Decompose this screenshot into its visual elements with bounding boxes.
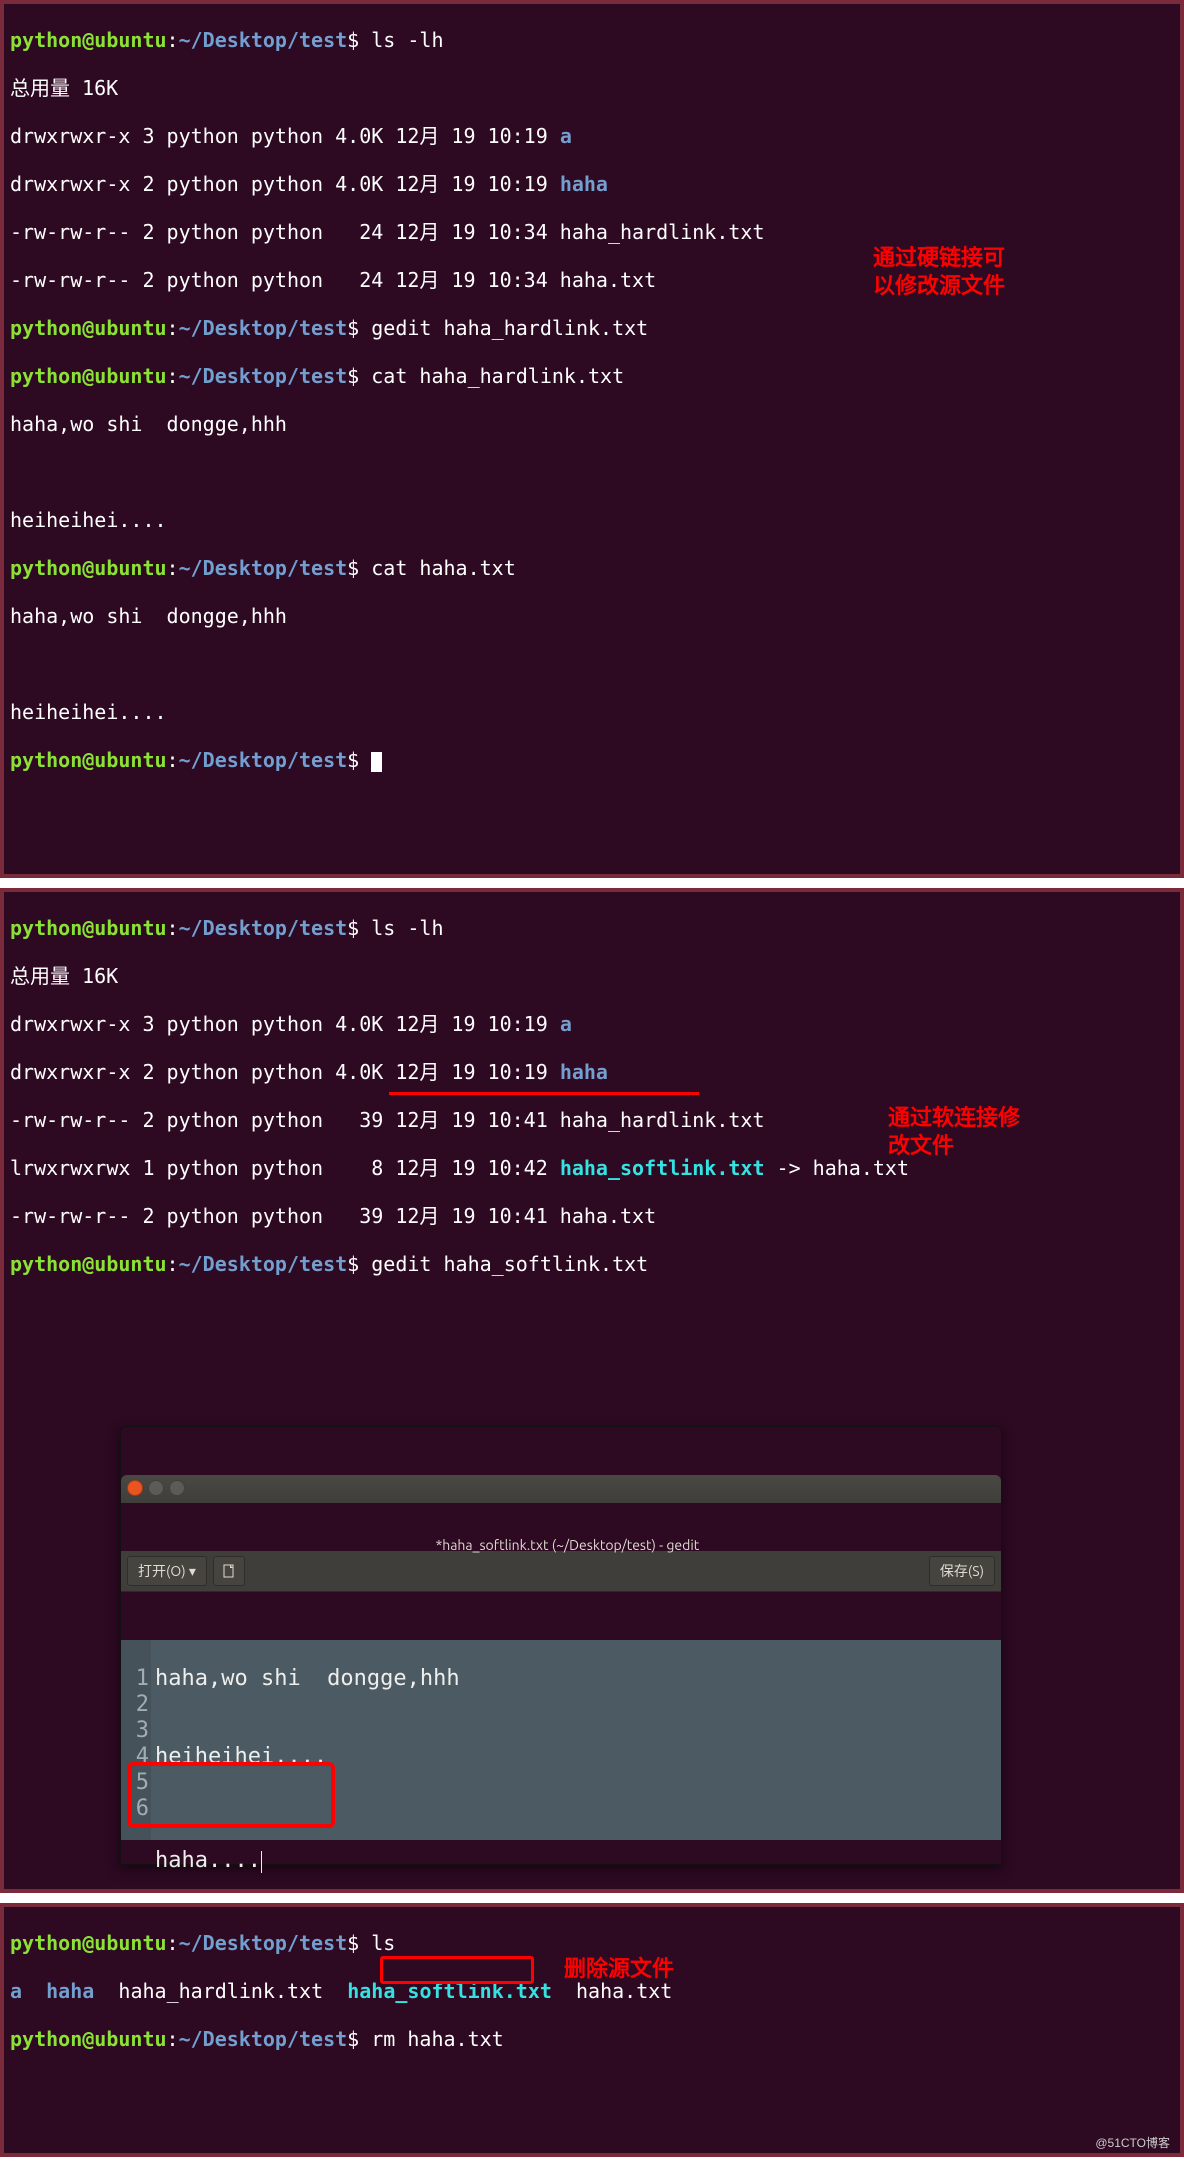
dir-entry: a — [10, 1979, 22, 2003]
highlight-box-rm — [380, 1956, 534, 1984]
maximize-icon[interactable] — [169, 1480, 185, 1496]
annotation-delete: 删除源文件 — [564, 1955, 674, 1983]
prompt-user: python@ubuntu — [10, 28, 167, 52]
cursor-icon — [371, 752, 382, 772]
terminal-2: python@ubuntu:~/Desktop/test$ ls -lh 总用量… — [0, 888, 1184, 1893]
new-document-icon[interactable] — [213, 1556, 245, 1586]
command: cat haha_hardlink.txt — [371, 364, 624, 388]
annotation-softlink: 通过软连接修 改文件 — [888, 1104, 1020, 1160]
command: ls -lh — [371, 916, 443, 940]
command: rm haha.txt — [371, 2027, 503, 2051]
dir-entry: haha — [560, 1060, 608, 1084]
annotation-hardlink: 通过硬链接可 以修改源文件 — [873, 244, 1005, 300]
terminal-1: python@ubuntu:~/Desktop/test$ ls -lh 总用量… — [0, 0, 1184, 878]
dir-entry: haha — [560, 172, 608, 196]
window-title: *haha_softlink.txt (~/Desktop/test) - ge… — [436, 1537, 700, 1553]
dir-entry: a — [560, 1012, 572, 1036]
output-line: haha,wo shi dongge,hhh — [10, 604, 1174, 628]
minimize-icon[interactable] — [148, 1480, 164, 1496]
file-entry: -rw-rw-r-- 2 python python 24 12月 19 10:… — [10, 220, 1174, 244]
dir-entry: a — [560, 124, 572, 148]
softlink-entry: haha_softlink.txt — [560, 1156, 765, 1180]
open-button[interactable]: 打开(O) ▾ — [127, 1556, 207, 1586]
command: gedit haha_softlink.txt — [371, 1252, 648, 1276]
terminal-3: python@ubuntu:~/Desktop/test$ ls a haha … — [0, 1903, 1184, 2157]
output-line: haha,wo shi dongge,hhh — [10, 412, 1174, 436]
file-entry: haha_hardlink.txt — [118, 1979, 323, 2003]
output-line: 总用量 16K — [10, 76, 1174, 100]
command: gedit haha_hardlink.txt — [371, 316, 648, 340]
watermark: @51CTO博客 — [1095, 2131, 1170, 2155]
code-line[interactable]: haha.... — [155, 1848, 997, 1874]
gedit-titlebar[interactable]: *haha_softlink.txt (~/Desktop/test) - ge… — [121, 1475, 1001, 1503]
close-icon[interactable] — [127, 1480, 143, 1496]
prompt-path: ~/Desktop/test — [179, 28, 348, 52]
output-line: heiheihei.... — [10, 508, 1174, 532]
code-line[interactable]: haha,wo shi dongge,hhh — [155, 1666, 997, 1692]
output-line: 总用量 16K — [10, 964, 1174, 988]
save-button[interactable]: 保存(S) — [929, 1556, 995, 1586]
underline-annotation — [389, 1092, 699, 1095]
file-entry: -rw-rw-r-- 2 python python 39 12月 19 10:… — [10, 1204, 1174, 1228]
text-cursor-icon — [261, 1851, 262, 1873]
command: ls — [371, 1931, 395, 1955]
command: ls -lh — [371, 28, 443, 52]
command: cat haha.txt — [371, 556, 516, 580]
output-line: heiheihei.... — [10, 700, 1174, 724]
gedit-window: *haha_softlink.txt (~/Desktop/test) - ge… — [120, 1426, 1002, 1865]
dir-entry: haha — [46, 1979, 94, 2003]
highlight-box — [127, 1762, 335, 1828]
gedit-text-area[interactable]: 123456 haha,wo shi dongge,hhh heiheihei.… — [121, 1640, 1001, 1840]
